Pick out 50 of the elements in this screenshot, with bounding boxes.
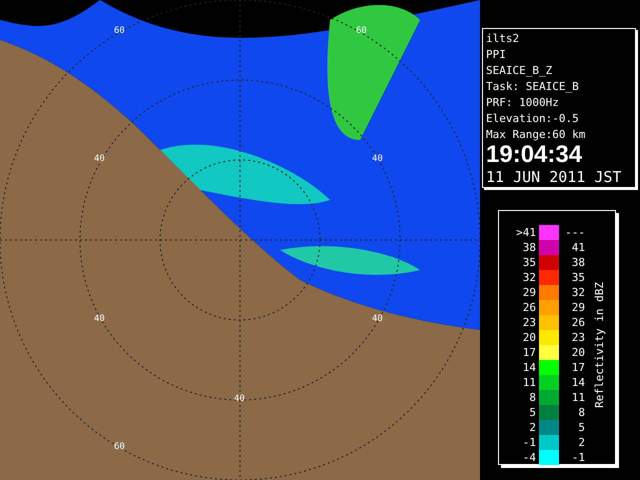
legend-high-value: 17 <box>570 362 585 373</box>
legend-high-value: 26 <box>570 317 585 328</box>
range-label: 40 <box>94 315 105 324</box>
range-label: 60 <box>114 27 125 36</box>
legend-low-value: 14 <box>522 362 537 373</box>
legend-high-value: 8 <box>577 407 585 418</box>
info-text: PPI <box>486 47 507 63</box>
legend-low-value: 17 <box>522 347 537 358</box>
time-text: 19:04:34 <box>486 143 584 167</box>
range-label: 40 <box>372 155 383 164</box>
legend-high-value: 32 <box>570 287 585 298</box>
legend-high-value: 35 <box>570 272 585 283</box>
legend-low-value: 38 <box>522 242 537 253</box>
legend-high-value: 2 <box>577 437 585 448</box>
legend-low-value: 29 <box>522 287 537 298</box>
legend-high-value: 38 <box>570 257 585 268</box>
legend-high-value: 11 <box>570 392 585 403</box>
legend-high-value: 41 <box>570 242 585 253</box>
info-text: SEAICE_B_Z <box>486 63 554 79</box>
legend-high-value: -1 <box>570 452 585 463</box>
legend-low-value: -1 <box>522 437 537 448</box>
range-label: 40 <box>234 395 245 404</box>
legend-high-value: 29 <box>570 302 585 313</box>
legend-low-value: 8 <box>528 392 537 403</box>
range-label: 40 <box>94 155 105 164</box>
legend-low-value: 35 <box>522 257 537 268</box>
legend-high-value: 5 <box>577 422 585 433</box>
legend-low-value: 26 <box>522 302 537 313</box>
legend-title: Reflectivity in dBZ <box>592 282 607 408</box>
legend-low-value: >41 <box>515 227 537 238</box>
legend-low-value: 32 <box>522 272 537 283</box>
range-label: 40 <box>372 315 383 324</box>
range-label: 60 <box>114 443 125 452</box>
legend-low-value: 5 <box>528 407 537 418</box>
info-text: Task: SEAICE_B <box>486 79 580 95</box>
info-text: Max Range:60 km <box>486 127 586 143</box>
info-text: Elevation:-0.5 <box>486 111 580 127</box>
legend-high-value: 14 <box>570 377 585 388</box>
legend-low-value: 23 <box>522 317 537 328</box>
legend-low-value: 2 <box>528 422 537 433</box>
legend-high-value: 23 <box>570 332 585 343</box>
legend-low-value: -4 <box>522 452 537 463</box>
legend-low-value: 20 <box>522 332 537 343</box>
info-text: PRF: 1000Hz <box>486 95 560 111</box>
legend-high-value: --- <box>564 227 585 238</box>
range-label: 60 <box>356 27 367 36</box>
legend-low-value: 11 <box>522 377 537 388</box>
info-text: ilts2 <box>486 31 520 47</box>
legend-high-value: 20 <box>570 347 585 358</box>
date-text: 11 JUN 2011 JST <box>486 167 622 187</box>
